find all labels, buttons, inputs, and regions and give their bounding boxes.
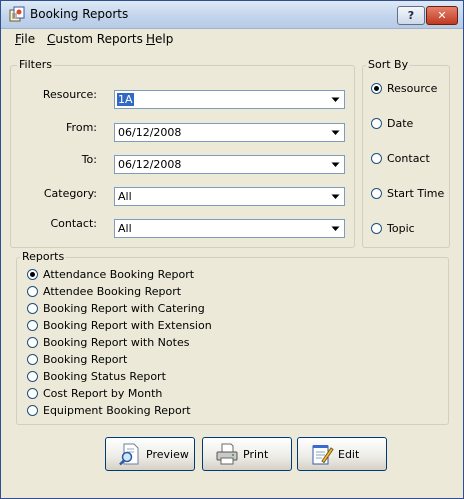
menu-bar: File Custom Reports Help	[1, 29, 463, 49]
preview-button[interactable]: Preview	[105, 437, 195, 471]
to-date-combo[interactable]: 06/12/2008	[114, 155, 345, 174]
sort-contact-label: Contact	[387, 152, 430, 165]
magnifier-document-icon	[119, 443, 139, 466]
report-option-label: Booking Status Report	[43, 370, 166, 383]
close-button[interactable]: ✕	[426, 6, 458, 25]
category-combo[interactable]: All	[114, 187, 345, 206]
contact-combo[interactable]: All	[114, 219, 345, 238]
menu-help[interactable]: Help	[146, 32, 173, 46]
report-option[interactable]: Attendance Booking Report	[27, 268, 194, 281]
chevron-down-icon[interactable]	[328, 157, 343, 172]
help-title-button[interactable]: ?	[397, 6, 425, 25]
contact-value: All	[118, 222, 132, 235]
report-option[interactable]: Equipment Booking Report	[27, 404, 191, 417]
report-option[interactable]: Booking Report with Extension	[27, 319, 212, 332]
from-label: From:	[66, 121, 97, 134]
sort-topic-label: Topic	[387, 222, 415, 235]
report-option[interactable]: Attendee Booking Report	[27, 285, 181, 298]
chevron-down-icon[interactable]	[328, 221, 343, 236]
sort-date-radio[interactable]: Date	[371, 117, 413, 130]
sort-contact-radio[interactable]: Contact	[371, 152, 430, 165]
preview-label: Preview	[146, 447, 189, 461]
reports-group-label: Reports	[20, 250, 67, 263]
sort-topic-radio[interactable]: Topic	[371, 222, 415, 235]
notepad-pencil-icon	[312, 445, 334, 465]
menu-custom-reports[interactable]: Custom Reports	[47, 32, 143, 46]
to-label: To:	[81, 153, 97, 166]
filters-group-label: Filters	[17, 58, 54, 71]
edit-button[interactable]: Edit	[297, 437, 387, 471]
chevron-down-icon[interactable]	[328, 125, 343, 140]
report-option-label: Booking Report with Notes	[43, 336, 190, 349]
report-option[interactable]: Cost Report by Month	[27, 387, 162, 400]
report-option[interactable]: Booking Report	[27, 353, 127, 366]
report-option-label: Attendance Booking Report	[43, 268, 195, 281]
print-button[interactable]: Print	[202, 437, 292, 471]
resource-label: Resource:	[42, 88, 97, 101]
chevron-down-icon[interactable]	[328, 92, 343, 107]
report-option-label: Booking Report with Extension	[43, 319, 212, 332]
report-option-label: Booking Report	[43, 353, 128, 366]
report-option-label: Booking Report with Catering	[43, 302, 205, 315]
sort-by-group: Sort By Resource Date Contact Start Time…	[362, 58, 450, 248]
sort-resource-radio[interactable]: Resource	[371, 82, 437, 95]
report-option[interactable]: Booking Report with Catering	[27, 302, 205, 315]
sort-date-label: Date	[387, 117, 414, 130]
reports-group: Reports Attendance Booking Report Attend…	[16, 250, 449, 425]
sort-start-time-radio[interactable]: Start Time	[371, 187, 444, 200]
to-date-value: 06/12/2008	[118, 158, 182, 171]
printer-icon	[216, 443, 238, 465]
sort-resource-label: Resource	[387, 82, 438, 95]
resource-value: 1A	[117, 93, 134, 106]
booking-app-icon	[9, 6, 25, 22]
report-option-label: Equipment Booking Report	[43, 404, 191, 417]
booking-reports-window: Booking Reports ? ✕ File Custom Reports …	[0, 0, 464, 499]
print-label: Print	[243, 447, 269, 461]
contact-label: Contact:	[50, 217, 97, 230]
sort-start-time-label: Start Time	[387, 187, 445, 200]
filters-group: Filters Resource: 1A From: 06/12/2008 To…	[10, 58, 355, 248]
window-title: Booking Reports	[30, 7, 129, 21]
report-option[interactable]: Booking Status Report	[27, 370, 166, 383]
resource-combo[interactable]: 1A	[114, 90, 345, 109]
report-option[interactable]: Booking Report with Notes	[27, 336, 189, 349]
report-option-label: Attendee Booking Report	[43, 285, 182, 298]
title-bar[interactable]: Booking Reports ? ✕	[1, 1, 463, 29]
menu-file[interactable]: File	[15, 32, 35, 46]
chevron-down-icon[interactable]	[328, 189, 343, 204]
report-option-label: Cost Report by Month	[43, 387, 163, 400]
from-date-value: 06/12/2008	[118, 126, 182, 139]
category-label: Category:	[43, 187, 97, 200]
sort-by-label: Sort By	[366, 58, 411, 71]
category-value: All	[118, 190, 132, 203]
from-date-combo[interactable]: 06/12/2008	[114, 123, 345, 142]
edit-label: Edit	[338, 447, 360, 461]
